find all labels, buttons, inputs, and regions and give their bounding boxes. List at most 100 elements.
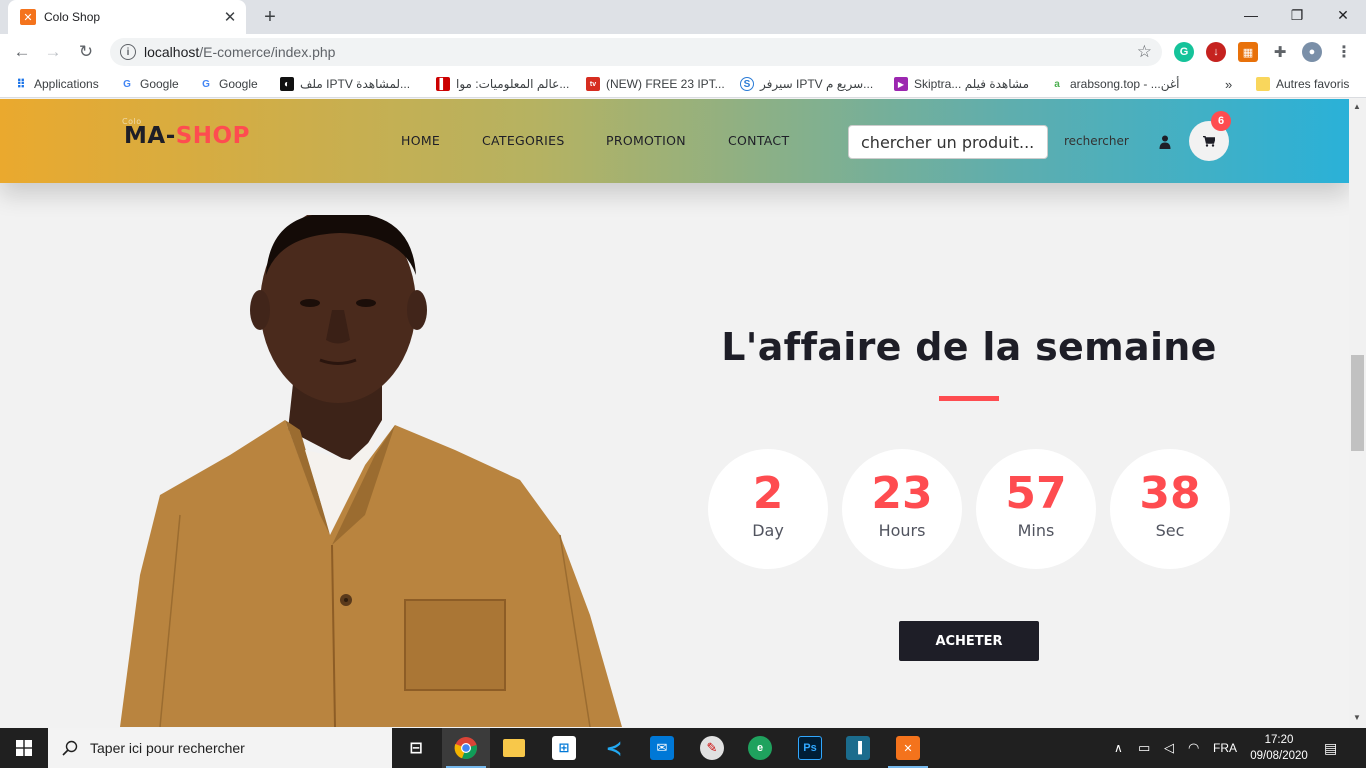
page-scrollbar[interactable]: ▲ ▼ [1349,99,1366,727]
taskbar-paint[interactable]: ✎ [688,728,736,768]
windows-taskbar: Taper ici pour rechercher ⊟ ⊞ ≺ ✉ ✎ e Ps… [0,728,1366,768]
taskbar-store[interactable]: ⊞ [540,728,588,768]
countdown-label: Hours [878,521,926,540]
taskbar-xampp[interactable]: ✕ [884,728,932,768]
show-hidden-icons-chevron-icon[interactable]: ∧ [1114,728,1123,768]
forward-button[interactable]: → [40,39,66,65]
app-icon: ▐ [846,736,870,760]
taskbar-photoshop[interactable]: Ps [786,728,834,768]
title-underline [939,396,999,401]
edge-icon: e [748,736,772,760]
bookmark-label: سيرفر IPTV سريع م... [760,77,874,91]
bookmark-iptv-file[interactable]: ◐ ملف IPTV لمشاهدة... [280,76,410,92]
taskbar-vscode[interactable]: ≺ [590,728,638,768]
clock-time: 17:20 [1264,734,1294,746]
browser-tab-strip: ✕ Colo Shop ✕ + — ❐ ✕ [0,0,1366,34]
layout-extension-icon[interactable]: ▦ [1238,42,1258,62]
folder-icon [503,739,525,757]
xampp-favicon-icon: ✕ [20,9,36,25]
bookmark-label: Autres favoris [1276,77,1350,91]
xampp-icon: ✕ [896,736,920,760]
taskbar-search-box[interactable]: Taper ici pour rechercher [48,728,392,768]
search-button[interactable]: rechercher [1064,134,1129,148]
logo-text-ma: MA- [124,123,176,149]
reload-button[interactable]: ↻ [73,39,99,65]
scroll-down-arrow-icon[interactable]: ▼ [1353,713,1361,722]
bookmark-label: عالم المعلوميات: موا... [456,77,570,91]
buy-button[interactable]: ACHETER [899,621,1039,661]
task-view-button[interactable]: ⊟ [392,728,440,768]
countdown-label: Sec [1155,521,1185,540]
taskbar-chrome[interactable] [442,728,490,768]
shopping-cart-icon [1203,135,1215,147]
countdown-hours: 23 Hours [842,449,962,569]
taskbar-file-explorer[interactable] [490,728,538,768]
bookmark-other-folder[interactable]: Autres favoris [1256,76,1349,92]
input-language[interactable]: FRA [1213,728,1237,768]
grammarly-extension-icon[interactable]: G [1174,42,1194,62]
bookmark-free-iptv[interactable]: tv (NEW) FREE 23 IPT... [586,76,725,92]
scrollbar-thumb[interactable] [1351,355,1364,451]
countdown-value: 38 [1139,468,1201,519]
address-bar[interactable]: i localhost/E-comerce/index.php ☆ [110,38,1162,66]
taskbar-mail[interactable]: ✉ [638,728,686,768]
minimize-window-button[interactable]: — [1228,0,1274,30]
site-header: Colo MA-SHOP HOME CATEGORIES PROMOTION C… [0,99,1349,183]
browser-tab[interactable]: ✕ Colo Shop ✕ [8,0,246,34]
logo-text-shop: SHOP [175,123,250,149]
close-tab-icon[interactable]: ✕ [220,7,240,27]
more-bookmarks-chevron-icon[interactable]: » [1225,76,1232,92]
tv-favicon-icon: tv [586,77,600,91]
extensions-puzzle-icon[interactable]: ✚ [1270,42,1290,62]
url-host: localhost [144,44,200,60]
nav-categories[interactable]: CATEGORIES [482,133,565,148]
site-favicon-icon: a [1054,78,1060,90]
profile-avatar[interactable]: ● [1302,42,1322,62]
taskbar-clock[interactable]: 17:20 09/08/2020 [1244,732,1314,764]
cart-count-badge: 6 [1211,111,1231,131]
apps-grid-icon: ⠿ [16,77,26,91]
scroll-up-arrow-icon[interactable]: ▲ [1353,102,1361,111]
bookmark-informatics[interactable]: ▌ عالم المعلوميات: موا... [436,76,569,92]
close-window-button[interactable]: ✕ [1320,0,1366,30]
new-tab-button[interactable]: + [258,5,282,29]
deal-title: L'affaire de la semaine [721,325,1217,369]
photoshop-icon: Ps [798,736,822,760]
start-button[interactable] [0,728,48,768]
taskbar-app-dark[interactable]: ▐ [834,728,882,768]
taskbar-edge[interactable]: e [736,728,784,768]
bookmark-star-icon[interactable]: ☆ [1137,42,1152,62]
mail-icon: ✉ [650,736,674,760]
countdown-value: 2 [752,468,784,519]
bookmark-google-2[interactable]: G Google [199,76,258,92]
restore-window-button[interactable]: ❐ [1274,0,1320,30]
user-icon[interactable] [1159,135,1171,149]
site-logo[interactable]: Colo MA-SHOP [122,117,250,149]
volume-icon[interactable]: ◁ [1164,728,1174,768]
bookmark-iptv-server[interactable]: S سيرفر IPTV سريع م... [740,76,873,92]
bookmark-google-1[interactable]: G Google [120,76,179,92]
bookmark-skiptra[interactable]: ▶ Skiptra... مشاهدة فيلم [894,76,1029,92]
windows-logo-icon [16,740,32,756]
download-extension-icon[interactable]: ↓ [1206,42,1226,62]
bookmark-applications[interactable]: ⠿ Applications [14,76,99,92]
nav-contact[interactable]: CONTACT [728,133,789,148]
bookmark-label: Applications [34,77,99,91]
nav-promotion[interactable]: PROMOTION [606,133,686,148]
bookmark-label: arabsong.top - ...أغن [1070,77,1180,91]
site-info-icon[interactable]: i [120,44,136,60]
network-icon[interactable]: ◠ [1188,728,1199,768]
product-search-input[interactable] [848,125,1048,159]
browser-menu-icon[interactable]: ⋮ [1334,42,1354,62]
browser-toolbar: ← → ↻ i localhost/E-comerce/index.php ☆ … [0,34,1366,70]
back-button[interactable]: ← [9,39,35,65]
notifications-icon[interactable]: ▤ [1324,728,1337,768]
countdown-label: Mins [1017,521,1055,540]
nav-home[interactable]: HOME [401,133,440,148]
clock-date: 09/08/2020 [1250,750,1308,762]
bookmark-arabsong[interactable]: a arabsong.top - ...أغن [1050,76,1179,92]
battery-icon[interactable]: ▭ [1138,728,1150,768]
countdown-secs: 38 Sec [1110,449,1230,569]
bookmarks-bar: ⠿ Applications G Google G Google ◐ ملف I… [0,70,1366,98]
chrome-icon [454,737,477,760]
